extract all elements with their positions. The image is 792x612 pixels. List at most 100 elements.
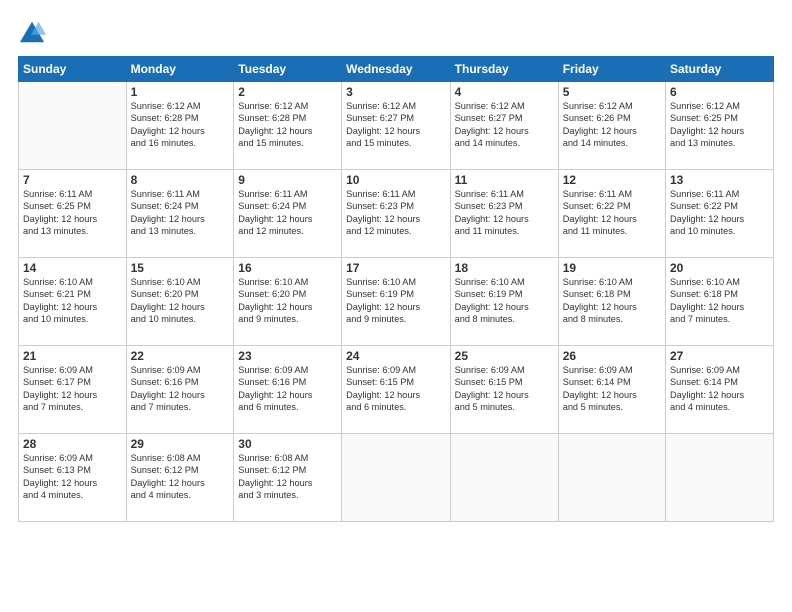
- day-number: 24: [346, 349, 446, 363]
- day-info: Sunrise: 6:10 AM Sunset: 6:21 PM Dayligh…: [23, 276, 122, 326]
- calendar-cell: 28Sunrise: 6:09 AM Sunset: 6:13 PM Dayli…: [19, 434, 127, 522]
- page: SundayMondayTuesdayWednesdayThursdayFrid…: [0, 0, 792, 612]
- calendar-cell: 17Sunrise: 6:10 AM Sunset: 6:19 PM Dayli…: [342, 258, 451, 346]
- calendar-cell: [450, 434, 558, 522]
- week-row-4: 21Sunrise: 6:09 AM Sunset: 6:17 PM Dayli…: [19, 346, 774, 434]
- weekday-saturday: Saturday: [666, 57, 774, 82]
- day-info: Sunrise: 6:10 AM Sunset: 6:18 PM Dayligh…: [563, 276, 661, 326]
- weekday-tuesday: Tuesday: [234, 57, 342, 82]
- day-number: 27: [670, 349, 769, 363]
- calendar-cell: 23Sunrise: 6:09 AM Sunset: 6:16 PM Dayli…: [234, 346, 342, 434]
- calendar-cell: 15Sunrise: 6:10 AM Sunset: 6:20 PM Dayli…: [126, 258, 234, 346]
- week-row-1: 1Sunrise: 6:12 AM Sunset: 6:28 PM Daylig…: [19, 82, 774, 170]
- day-number: 11: [455, 173, 554, 187]
- calendar-cell: 3Sunrise: 6:12 AM Sunset: 6:27 PM Daylig…: [342, 82, 451, 170]
- day-number: 17: [346, 261, 446, 275]
- day-number: 12: [563, 173, 661, 187]
- weekday-header-row: SundayMondayTuesdayWednesdayThursdayFrid…: [19, 57, 774, 82]
- day-number: 23: [238, 349, 337, 363]
- calendar-cell: 2Sunrise: 6:12 AM Sunset: 6:28 PM Daylig…: [234, 82, 342, 170]
- day-number: 29: [131, 437, 230, 451]
- week-row-5: 28Sunrise: 6:09 AM Sunset: 6:13 PM Dayli…: [19, 434, 774, 522]
- day-info: Sunrise: 6:11 AM Sunset: 6:23 PM Dayligh…: [455, 188, 554, 238]
- day-info: Sunrise: 6:09 AM Sunset: 6:14 PM Dayligh…: [670, 364, 769, 414]
- calendar-cell: 5Sunrise: 6:12 AM Sunset: 6:26 PM Daylig…: [558, 82, 665, 170]
- logo-icon: [18, 18, 46, 46]
- day-info: Sunrise: 6:12 AM Sunset: 6:28 PM Dayligh…: [131, 100, 230, 150]
- weekday-sunday: Sunday: [19, 57, 127, 82]
- day-info: Sunrise: 6:10 AM Sunset: 6:19 PM Dayligh…: [346, 276, 446, 326]
- day-number: 2: [238, 85, 337, 99]
- calendar-cell: 12Sunrise: 6:11 AM Sunset: 6:22 PM Dayli…: [558, 170, 665, 258]
- calendar-table: SundayMondayTuesdayWednesdayThursdayFrid…: [18, 56, 774, 522]
- calendar-cell: 27Sunrise: 6:09 AM Sunset: 6:14 PM Dayli…: [666, 346, 774, 434]
- day-number: 15: [131, 261, 230, 275]
- day-number: 8: [131, 173, 230, 187]
- day-number: 7: [23, 173, 122, 187]
- day-number: 13: [670, 173, 769, 187]
- day-info: Sunrise: 6:09 AM Sunset: 6:17 PM Dayligh…: [23, 364, 122, 414]
- day-info: Sunrise: 6:11 AM Sunset: 6:22 PM Dayligh…: [670, 188, 769, 238]
- day-info: Sunrise: 6:11 AM Sunset: 6:25 PM Dayligh…: [23, 188, 122, 238]
- day-info: Sunrise: 6:08 AM Sunset: 6:12 PM Dayligh…: [238, 452, 337, 502]
- day-info: Sunrise: 6:08 AM Sunset: 6:12 PM Dayligh…: [131, 452, 230, 502]
- calendar-cell: [19, 82, 127, 170]
- day-number: 5: [563, 85, 661, 99]
- header: [18, 18, 774, 46]
- day-number: 19: [563, 261, 661, 275]
- day-number: 30: [238, 437, 337, 451]
- weekday-friday: Friday: [558, 57, 665, 82]
- calendar-cell: 21Sunrise: 6:09 AM Sunset: 6:17 PM Dayli…: [19, 346, 127, 434]
- day-number: 10: [346, 173, 446, 187]
- calendar-cell: 20Sunrise: 6:10 AM Sunset: 6:18 PM Dayli…: [666, 258, 774, 346]
- day-number: 1: [131, 85, 230, 99]
- day-number: 26: [563, 349, 661, 363]
- calendar-cell: 6Sunrise: 6:12 AM Sunset: 6:25 PM Daylig…: [666, 82, 774, 170]
- calendar-cell: 26Sunrise: 6:09 AM Sunset: 6:14 PM Dayli…: [558, 346, 665, 434]
- day-info: Sunrise: 6:09 AM Sunset: 6:14 PM Dayligh…: [563, 364, 661, 414]
- day-info: Sunrise: 6:10 AM Sunset: 6:19 PM Dayligh…: [455, 276, 554, 326]
- calendar-cell: 25Sunrise: 6:09 AM Sunset: 6:15 PM Dayli…: [450, 346, 558, 434]
- weekday-wednesday: Wednesday: [342, 57, 451, 82]
- day-info: Sunrise: 6:10 AM Sunset: 6:20 PM Dayligh…: [238, 276, 337, 326]
- day-info: Sunrise: 6:12 AM Sunset: 6:25 PM Dayligh…: [670, 100, 769, 150]
- calendar-cell: 22Sunrise: 6:09 AM Sunset: 6:16 PM Dayli…: [126, 346, 234, 434]
- calendar-cell: 1Sunrise: 6:12 AM Sunset: 6:28 PM Daylig…: [126, 82, 234, 170]
- day-info: Sunrise: 6:12 AM Sunset: 6:26 PM Dayligh…: [563, 100, 661, 150]
- calendar-cell: [342, 434, 451, 522]
- day-info: Sunrise: 6:11 AM Sunset: 6:22 PM Dayligh…: [563, 188, 661, 238]
- calendar-cell: 10Sunrise: 6:11 AM Sunset: 6:23 PM Dayli…: [342, 170, 451, 258]
- calendar-cell: 4Sunrise: 6:12 AM Sunset: 6:27 PM Daylig…: [450, 82, 558, 170]
- day-number: 20: [670, 261, 769, 275]
- week-row-2: 7Sunrise: 6:11 AM Sunset: 6:25 PM Daylig…: [19, 170, 774, 258]
- day-info: Sunrise: 6:09 AM Sunset: 6:15 PM Dayligh…: [346, 364, 446, 414]
- day-info: Sunrise: 6:12 AM Sunset: 6:27 PM Dayligh…: [455, 100, 554, 150]
- day-info: Sunrise: 6:09 AM Sunset: 6:15 PM Dayligh…: [455, 364, 554, 414]
- calendar-cell: 7Sunrise: 6:11 AM Sunset: 6:25 PM Daylig…: [19, 170, 127, 258]
- calendar-cell: 16Sunrise: 6:10 AM Sunset: 6:20 PM Dayli…: [234, 258, 342, 346]
- day-info: Sunrise: 6:10 AM Sunset: 6:18 PM Dayligh…: [670, 276, 769, 326]
- calendar-cell: 9Sunrise: 6:11 AM Sunset: 6:24 PM Daylig…: [234, 170, 342, 258]
- day-info: Sunrise: 6:11 AM Sunset: 6:24 PM Dayligh…: [238, 188, 337, 238]
- day-number: 4: [455, 85, 554, 99]
- day-number: 18: [455, 261, 554, 275]
- day-number: 14: [23, 261, 122, 275]
- day-number: 16: [238, 261, 337, 275]
- day-info: Sunrise: 6:11 AM Sunset: 6:23 PM Dayligh…: [346, 188, 446, 238]
- calendar-cell: 11Sunrise: 6:11 AM Sunset: 6:23 PM Dayli…: [450, 170, 558, 258]
- calendar-cell: [558, 434, 665, 522]
- weekday-thursday: Thursday: [450, 57, 558, 82]
- calendar-cell: 14Sunrise: 6:10 AM Sunset: 6:21 PM Dayli…: [19, 258, 127, 346]
- day-info: Sunrise: 6:12 AM Sunset: 6:28 PM Dayligh…: [238, 100, 337, 150]
- day-info: Sunrise: 6:12 AM Sunset: 6:27 PM Dayligh…: [346, 100, 446, 150]
- calendar-cell: 19Sunrise: 6:10 AM Sunset: 6:18 PM Dayli…: [558, 258, 665, 346]
- day-number: 25: [455, 349, 554, 363]
- day-number: 21: [23, 349, 122, 363]
- calendar-cell: 13Sunrise: 6:11 AM Sunset: 6:22 PM Dayli…: [666, 170, 774, 258]
- calendar-cell: [666, 434, 774, 522]
- calendar-cell: 18Sunrise: 6:10 AM Sunset: 6:19 PM Dayli…: [450, 258, 558, 346]
- calendar-cell: 30Sunrise: 6:08 AM Sunset: 6:12 PM Dayli…: [234, 434, 342, 522]
- day-number: 28: [23, 437, 122, 451]
- calendar-cell: 29Sunrise: 6:08 AM Sunset: 6:12 PM Dayli…: [126, 434, 234, 522]
- calendar-cell: 24Sunrise: 6:09 AM Sunset: 6:15 PM Dayli…: [342, 346, 451, 434]
